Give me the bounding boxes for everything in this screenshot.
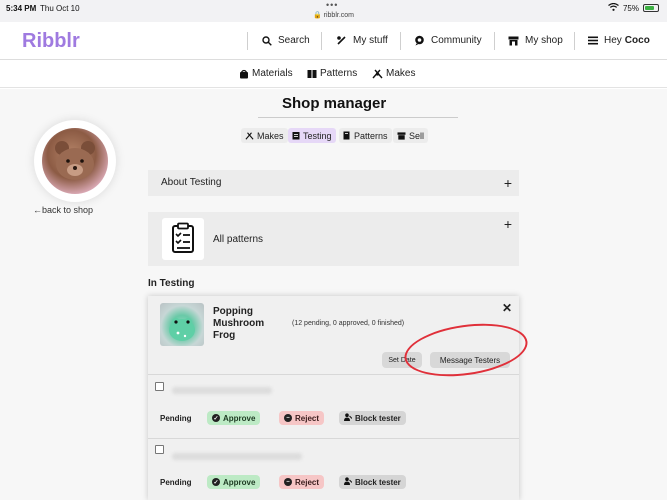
about-testing-label: About Testing <box>161 177 222 188</box>
back-to-shop-link[interactable]: ←back to shop <box>33 205 93 215</box>
shop-avatar[interactable] <box>34 120 116 202</box>
teddy-bear-photo <box>42 128 108 194</box>
block-tester-label: Block tester <box>355 413 401 423</box>
tester-name-blurred <box>172 453 302 460</box>
top-nav: Ribblr Search My stuff Community My shop… <box>0 22 667 60</box>
expand-plus-icon[interactable]: + <box>504 216 512 232</box>
tab-patterns[interactable]: Patterns <box>339 128 392 143</box>
page-title: Shop manager <box>282 95 387 112</box>
shop-icon <box>508 36 519 45</box>
battery-percent: 75% <box>622 3 639 13</box>
block-tester-button[interactable]: Block tester <box>339 475 406 489</box>
search-icon <box>262 35 272 46</box>
product-name[interactable]: Popping Mushroom Frog <box>213 306 283 342</box>
shop-icon <box>397 131 406 140</box>
approve-label: Approve <box>223 413 256 423</box>
about-testing-section[interactable]: About Testing + <box>148 170 519 196</box>
wifi-icon <box>608 2 619 13</box>
block-user-icon <box>344 413 353 423</box>
tab-sell[interactable]: Sell <box>393 128 429 143</box>
minus-icon: – <box>284 478 292 486</box>
all-patterns-label: All patterns <box>213 234 264 245</box>
tab-sell-label: Sell <box>409 130 425 141</box>
nav-divider <box>247 32 248 50</box>
nav-divider <box>494 32 495 50</box>
approve-label: Approve <box>223 477 256 487</box>
lock-icon: 🔒 <box>312 12 322 19</box>
minus-icon: – <box>284 414 292 422</box>
book-icon <box>307 69 317 78</box>
clipboard-icon <box>292 132 300 140</box>
check-icon: ✓ <box>212 414 220 422</box>
reject-button[interactable]: – Reject <box>279 411 325 425</box>
nav-hey-label: Hey <box>604 35 622 46</box>
tab-testing[interactable]: Testing <box>288 128 336 143</box>
title-underline <box>258 117 458 118</box>
nav-community-label: Community <box>431 35 482 46</box>
expand-plus-icon[interactable]: + <box>504 175 512 191</box>
yarn-needle-icon <box>337 36 346 45</box>
knitting-needles-icon <box>372 69 383 78</box>
row-divider <box>148 438 519 439</box>
book-icon <box>343 131 350 140</box>
tab-makes-label: Makes <box>257 130 284 141</box>
nav-my-stuff[interactable]: My stuff <box>336 35 388 46</box>
nav-my-shop-label: My shop <box>525 35 563 46</box>
in-testing-heading: In Testing <box>148 278 195 289</box>
battery-icon <box>643 4 659 12</box>
subnav-materials-label: Materials <box>252 68 293 79</box>
nav-my-shop[interactable]: My shop <box>508 35 563 46</box>
block-tester-label: Block tester <box>355 477 401 487</box>
chat-bubble-icon <box>415 35 424 46</box>
nav-divider <box>400 32 401 50</box>
tester-status: Pending <box>160 414 192 423</box>
status-right: 75% <box>608 2 659 13</box>
subnav-patterns[interactable]: Patterns <box>307 68 357 79</box>
product-thumbnail[interactable] <box>160 303 204 346</box>
subnav-makes-label: Makes <box>386 68 416 79</box>
nav-divider <box>574 32 575 50</box>
nav-divider <box>321 32 322 50</box>
subnav-materials[interactable]: Materials <box>239 68 293 79</box>
tester-checkbox[interactable] <box>155 382 164 391</box>
nav-community[interactable]: Community <box>414 35 482 46</box>
reject-button[interactable]: – Reject <box>279 475 325 489</box>
approve-button[interactable]: ✓ Approve <box>207 475 261 489</box>
yarn-ball-icon <box>240 69 248 78</box>
knitting-needles-icon <box>245 131 254 140</box>
url-text: ribblr.com <box>323 12 354 19</box>
tester-checkbox[interactable] <box>155 445 164 454</box>
tab-makes[interactable]: Makes <box>241 128 288 143</box>
nav-my-stuff-label: My stuff <box>353 35 388 46</box>
nav-user-name: Coco <box>624 35 650 46</box>
tester-status: Pending <box>160 478 192 487</box>
subnav-patterns-label: Patterns <box>320 68 358 79</box>
clipboard-checklist-icon <box>162 218 204 260</box>
check-icon: ✓ <box>212 478 220 486</box>
all-patterns-section[interactable]: All patterns + <box>148 212 519 266</box>
nav-search[interactable]: Search <box>262 35 310 46</box>
nav-search-label: Search <box>278 35 310 46</box>
more-dots-icon[interactable]: ••• <box>326 0 338 10</box>
nav-user-menu[interactable]: Hey Coco <box>588 35 650 46</box>
hamburger-menu-icon <box>588 36 598 45</box>
close-icon[interactable]: ✕ <box>502 301 512 315</box>
status-bar: 5:34 PM Thu Oct 10 ••• 🔒 ribblr.com 75% <box>0 0 667 22</box>
tab-patterns-label: Patterns <box>354 130 388 141</box>
ribblr-logo[interactable]: Ribblr <box>22 30 80 53</box>
reject-label: Reject <box>295 413 320 423</box>
approve-button[interactable]: ✓ Approve <box>207 411 261 425</box>
reject-label: Reject <box>295 477 320 487</box>
tester-counts: (12 pending, 0 approved, 0 finished) <box>292 320 405 327</box>
tester-name-blurred <box>172 387 272 394</box>
subnav-makes[interactable]: Makes <box>372 68 415 79</box>
tab-testing-label: Testing <box>303 130 332 141</box>
sub-nav: Materials Patterns Makes <box>0 60 667 88</box>
block-tester-button[interactable]: Block tester <box>339 411 406 425</box>
block-user-icon <box>344 477 353 487</box>
url-bar[interactable]: 🔒 ribblr.com <box>0 11 667 19</box>
